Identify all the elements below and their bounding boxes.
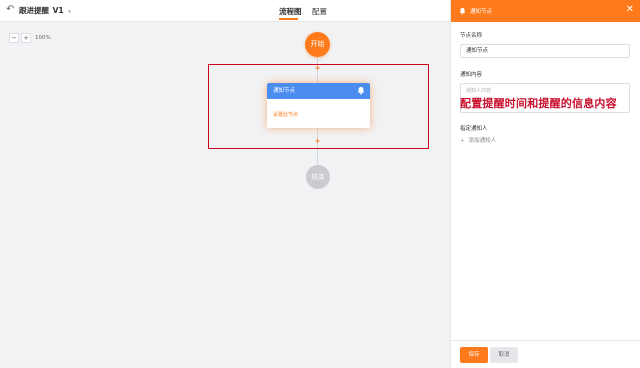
tab-flowchart[interactable]: 流程图 xyxy=(279,6,302,17)
content-label: 通知内容 xyxy=(460,72,483,78)
save-button[interactable]: 保存 xyxy=(460,347,488,363)
content-placeholder: 通知人内容 xyxy=(466,88,492,94)
plus-icon: + xyxy=(460,138,465,144)
start-node[interactable]: 开始 xyxy=(305,32,330,57)
recipient-label: 指定通知人 xyxy=(460,126,488,132)
add-recipient-button[interactable]: + 添加通知人 xyxy=(460,136,496,144)
app-title-text: 跟进提醒 xyxy=(19,6,49,15)
bell-icon xyxy=(357,86,365,95)
cancel-button[interactable]: 取消 xyxy=(490,347,518,363)
add-recipient-label: 添加通知人 xyxy=(468,138,497,144)
node-name-label: 节点名称 xyxy=(460,33,483,39)
close-icon[interactable]: ✕ xyxy=(626,4,634,16)
notify-node-header: 通知节点 xyxy=(267,83,370,99)
zoom-out-button[interactable]: − xyxy=(9,33,19,43)
zoom-level: 100% xyxy=(35,35,51,41)
notify-node-title: 通知节点 xyxy=(273,88,296,94)
bell-icon xyxy=(459,7,466,15)
annotation-text: 配置提醒时间和提醒的信息内容 xyxy=(460,97,617,110)
back-arrow-icon[interactable]: ↶ xyxy=(6,4,14,15)
notify-node-body: 设置此节点 xyxy=(273,112,299,118)
node-name-input[interactable]: 通知节点 xyxy=(460,44,630,58)
chevron-down-icon: ▾ xyxy=(68,9,71,15)
app-title[interactable]: 跟进提醒 V1 ▾ xyxy=(19,5,71,16)
end-node[interactable]: 结束 xyxy=(306,165,330,189)
panel-header: 通知节点 ✕ xyxy=(451,0,640,22)
panel-footer: 保存 取消 xyxy=(451,340,640,368)
properties-panel: 通知节点 ✕ 节点名称 通知节点 通知内容 通知人内容 指定通知人 + 添加通知人… xyxy=(450,0,640,368)
panel-title: 通知节点 xyxy=(470,9,493,15)
active-tab-indicator xyxy=(279,18,298,20)
tab-config[interactable]: 配置 xyxy=(312,6,327,17)
notify-node-card[interactable]: 通知节点 设置此节点 xyxy=(267,83,370,128)
version-label: V1 xyxy=(52,6,64,15)
zoom-in-button[interactable]: + xyxy=(21,33,31,43)
top-bar: ↶ 跟进提醒 V1 ▾ 流程图 配置 xyxy=(0,0,450,22)
